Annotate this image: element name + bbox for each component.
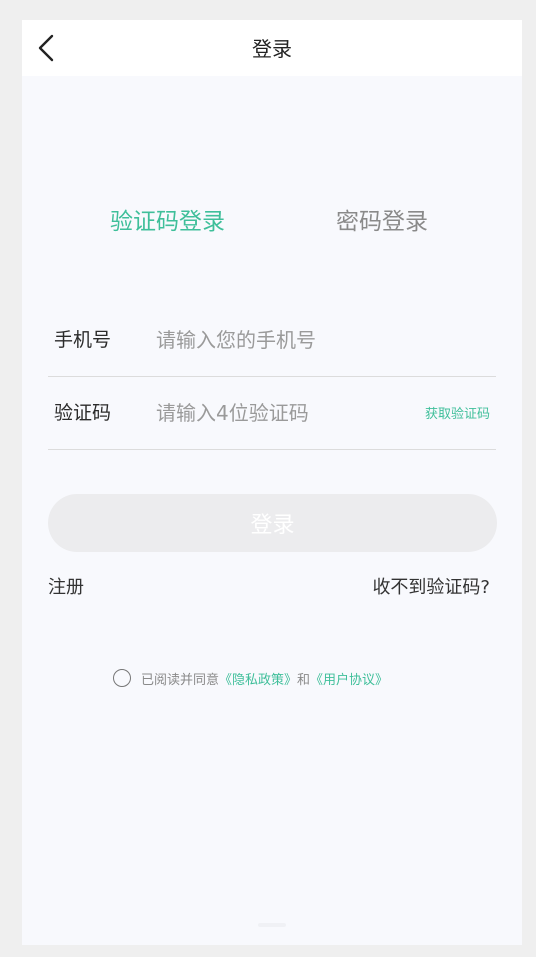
code-input[interactable] <box>154 395 398 431</box>
login-screen: 登录 验证码登录 密码登录 手机号 验证码 获取验证码 登录 注册 收不到验证码… <box>22 20 522 945</box>
tab-sms-code-login[interactable]: 验证码登录 <box>110 206 225 238</box>
agreement-and: 和 <box>297 672 311 688</box>
phone-field: 手机号 <box>48 304 496 377</box>
agreement-radio[interactable] <box>113 669 131 687</box>
user-agreement-link[interactable]: 《用户协议》 <box>310 669 388 688</box>
page-title: 登录 <box>252 37 292 61</box>
get-code-button[interactable]: 获取验证码 <box>425 403 490 422</box>
code-field: 验证码 获取验证码 <box>48 377 496 450</box>
privacy-policy-link[interactable]: 《隐私政策》 <box>219 669 297 688</box>
agreement-row: 已阅读并同意 《隐私政策》 和 《用户协议》 <box>113 667 388 689</box>
home-indicator <box>258 923 286 927</box>
login-button[interactable]: 登录 <box>48 494 497 552</box>
register-link[interactable]: 注册 <box>48 573 84 599</box>
code-label: 验证码 <box>54 402 112 424</box>
nav-bar: 登录 <box>22 20 522 76</box>
tab-password-login[interactable]: 密码登录 <box>336 206 428 238</box>
phone-input[interactable] <box>154 322 398 358</box>
no-code-link[interactable]: 收不到验证码? <box>372 573 490 599</box>
agreement-prefix: 已阅读并同意 <box>141 672 220 688</box>
phone-label: 手机号 <box>54 329 112 351</box>
